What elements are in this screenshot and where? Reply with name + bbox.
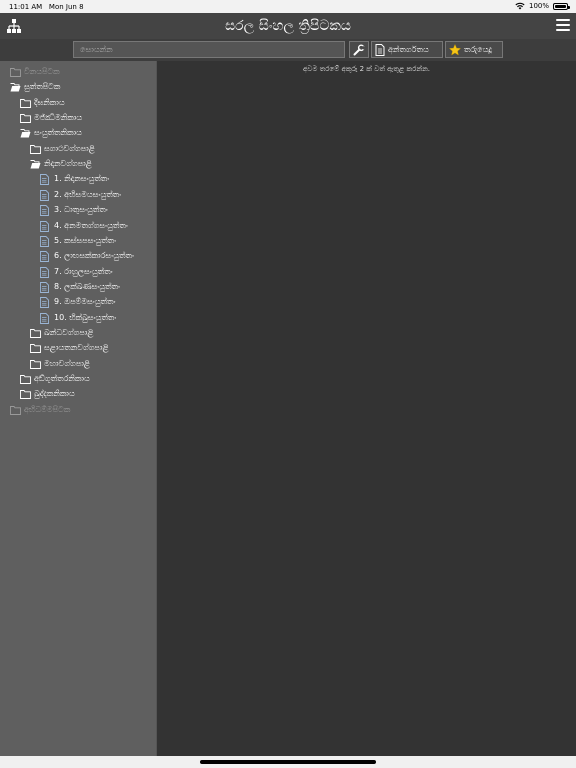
folder-closed-icon	[20, 374, 31, 384]
tree-item[interactable]: 2. අභිසමයසංයුත්තං	[40, 188, 121, 202]
tree-item-label: 8. ලක්ඛණසංයුත්තං	[54, 281, 121, 291]
toolbar: සොයන්න අන්තර්ගතය තරුයෙදූ	[0, 39, 576, 61]
star-icon	[449, 43, 461, 56]
tree-item[interactable]: අඞ්ගුත්තරනිකාය	[20, 372, 90, 386]
tree-item[interactable]: අභිධම්මපිටක	[10, 403, 70, 417]
tree-item-label: මජ්ඣිමනිකාය	[34, 113, 83, 123]
tree-item[interactable]: සගාථවග්ගපාළි	[30, 142, 95, 156]
tree-item[interactable]: දීඝනිකාය	[20, 96, 65, 110]
tree-item[interactable]: ඛුද්දකනිකාය	[20, 387, 75, 401]
tree-item[interactable]: ඛන්ධවග්ගපාළි	[30, 326, 94, 340]
contents-button[interactable]: අන්තර්ගතය	[371, 41, 443, 58]
wrench-icon	[353, 44, 365, 55]
document-icon	[40, 297, 51, 309]
tree-item[interactable]: 5. කස්සපසංයුත්තං	[40, 234, 116, 248]
folder-closed-icon	[20, 113, 31, 123]
tree-item-label: 5. කස්සපසංයුත්තං	[54, 235, 117, 245]
tree-item-label: 10. භික්ඛුසංයුත්තං	[54, 312, 117, 322]
status-time: 11:01 AM	[9, 3, 43, 11]
tree-item-label: ඛන්ධවග්ගපාළි	[44, 327, 94, 337]
tree-item[interactable]: සුත්තපිටක	[10, 80, 60, 94]
bookmarks-button[interactable]: තරුයෙදූ	[445, 41, 503, 58]
tree-item[interactable]: 10. භික්ඛුසංයුත්තං	[40, 311, 116, 325]
tree-item[interactable]: 3. ධාතුසංයුත්තං	[40, 203, 108, 217]
folder-open-icon	[30, 159, 41, 169]
main-content: අවම තරමේ අකුරු 2 ක් වත් ඇතුළ කරන්න.	[157, 61, 576, 756]
document-icon	[40, 266, 51, 278]
tree-item[interactable]: 4. අනමතග්ගසංයුත්තං	[40, 219, 128, 233]
tree-item-label: අභිධම්මපිටක	[24, 404, 71, 414]
folder-closed-icon	[20, 389, 31, 400]
folder-closed-icon	[30, 359, 41, 369]
status-bar: 11:01 AM Mon Jun 8 100%	[0, 0, 576, 13]
folder-closed-icon	[20, 98, 31, 108]
document-icon	[40, 189, 51, 201]
tree-item-label: සංයුත්තනිකාය	[34, 128, 82, 138]
tree-item[interactable]: විනයපිටක	[10, 65, 60, 79]
tree-item-label: 1. නිදානසංයුත්තං	[54, 174, 110, 184]
tree-item-label: සගාථවග්ගපාළි	[44, 143, 95, 153]
settings-button[interactable]	[349, 41, 369, 58]
search-input[interactable]: සොයන්න	[73, 41, 345, 58]
tree-item-label: 2. අභිසමයසංයුත්තං	[54, 189, 122, 199]
battery-icon	[553, 2, 570, 10]
folder-closed-icon	[30, 328, 41, 338]
document-icon	[375, 43, 385, 56]
tree-item-label: 6. ලාභසක්කාරසංයුත්තං	[54, 251, 134, 261]
folder-closed-icon	[10, 67, 21, 77]
tree-item[interactable]: සංයුත්තනිකාය	[20, 126, 82, 140]
tree-item-label: 3. ධාතුසංයුත්තං	[54, 205, 108, 215]
document-icon	[40, 220, 51, 232]
sidebar-tree: විනයපිටක සුත්තපිටක දීඝනිකාය මජ්ඣිමනිකාය සංයු…	[0, 61, 157, 756]
tree-item-label: සළායතනවග්ගපාළි	[44, 343, 109, 353]
app-header: සරල සිංහල ත්‍රිපිටකය	[0, 13, 576, 40]
document-icon	[40, 174, 51, 186]
folder-open-icon	[20, 128, 31, 138]
document-icon	[40, 235, 51, 247]
tree-item[interactable]: සළායතනවග්ගපාළි	[30, 341, 109, 355]
folder-closed-icon	[30, 144, 41, 154]
document-icon	[40, 312, 51, 324]
home-indicator[interactable]	[200, 760, 376, 764]
document-icon	[40, 251, 51, 263]
search-hint: අවම තරමේ අකුරු 2 ක් වත් ඇතුළ කරන්න.	[303, 65, 430, 73]
tree-item[interactable]: 6. ලාභසක්කාරසංයුත්තං	[40, 249, 134, 263]
tree-item-label: 9. ඔපම්මසංයුත්තං	[54, 297, 116, 307]
folder-closed-icon	[10, 405, 21, 415]
tree-item[interactable]: 9. ඔපම්මසංයුත්තං	[40, 295, 116, 309]
tree-item[interactable]: මජ්ඣිමනිකාය	[20, 111, 82, 125]
document-icon	[40, 205, 51, 217]
tree-item-label: දීඝනිකාය	[34, 97, 65, 107]
tree-item-label: 7. රාහුලසංයුත්තං	[54, 266, 113, 276]
tree-item-label: ඛුද්දකනිකාය	[34, 389, 75, 399]
folder-closed-icon	[30, 343, 41, 354]
hamburger-menu-icon[interactable]	[556, 19, 570, 33]
tree-item-label: නිදානවග්ගපාළි	[44, 159, 92, 169]
tree-item[interactable]: නිදානවග්ගපාළි	[30, 157, 92, 171]
status-time-date: 11:01 AM Mon Jun 8	[9, 3, 84, 11]
tree-item-label: විනයපිටක	[24, 67, 60, 76]
tree-item-label: සුත්තපිටක	[24, 82, 61, 92]
document-icon	[40, 281, 51, 293]
battery-percent: 100%	[528, 2, 549, 10]
tree-item-label: අඞ්ගුත්තරනිකාය	[34, 374, 90, 383]
contents-label: අන්තර්ගතය	[388, 44, 429, 54]
folder-open-icon	[10, 82, 21, 92]
tree-item-label: 4. අනමතග්ගසංයුත්තං	[54, 220, 128, 230]
tree-item-label: මහාවග්ගපාළි	[44, 358, 91, 368]
status-date: Mon Jun 8	[48, 3, 84, 11]
tree-item[interactable]: 1. නිදානසංයුත්තං	[40, 172, 109, 186]
app-title: සරල සිංහල ත්‍රිපිටකය	[225, 18, 351, 34]
tree-item[interactable]: 7. රාහුලසංයුත්තං	[40, 265, 113, 279]
tree-item[interactable]: 8. ලක්ඛණසංයුත්තං	[40, 280, 120, 294]
bookmarks-label: තරුයෙදූ	[464, 44, 492, 54]
tree-item[interactable]: මහාවග්ගපාළි	[30, 357, 90, 371]
wifi-icon	[515, 2, 525, 10]
